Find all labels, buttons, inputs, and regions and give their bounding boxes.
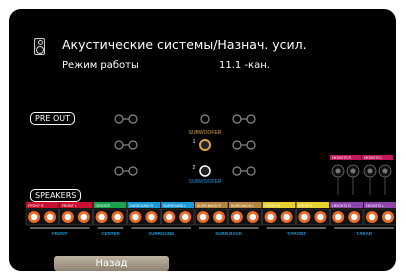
binding-post-center — [64, 213, 71, 221]
binding-post-center — [249, 213, 256, 221]
heights-terminal: HEIGHTS L — [362, 155, 393, 195]
heights-label: HEIGHTS R — [332, 156, 352, 160]
terminal-label: FRONT R — [265, 204, 281, 208]
terminal-label: FRONT R — [28, 204, 44, 208]
binding-post-center — [283, 213, 290, 221]
terminal-block: FRONT R — [25, 202, 60, 226]
binding-post-center — [335, 213, 342, 221]
preout-jack — [200, 114, 210, 124]
binding-post-center — [351, 213, 358, 221]
terminal-label: CENTER — [96, 204, 111, 208]
binding-post-center — [233, 213, 240, 221]
terminal-label: SURR.BACK L — [231, 204, 254, 208]
subwoofer-2-jack — [199, 165, 211, 177]
group-label: CENTER — [101, 231, 120, 236]
binding-post-center — [148, 213, 155, 221]
preout-jack — [128, 166, 138, 176]
group-label: SURR.BACK — [215, 231, 243, 236]
binding-post-center — [317, 213, 324, 221]
terminal-label: HEIGHT2 R — [332, 204, 351, 208]
terminal-block: FRONT R — [262, 202, 296, 226]
back-button[interactable]: Назад — [54, 256, 169, 271]
subwoofer-2-number: 2 — [193, 165, 196, 171]
setup-screen: Акустические системы/Назнач. усил. Режим… — [9, 9, 396, 271]
binding-post-center — [368, 213, 376, 221]
terminal-label: FRONT L — [62, 204, 77, 208]
terminal-block: FRONT L — [59, 202, 93, 226]
speaker-terminals: FRONT R FRONT L CENTER SURROUND R SURROUND L… — [25, 202, 396, 236]
binding-post-center — [301, 213, 308, 221]
binding-post-center — [166, 213, 173, 221]
binding-post-center — [350, 168, 356, 174]
binding-post-center — [30, 213, 38, 221]
terminal-block: HEIGHT2 R — [329, 202, 364, 226]
terminal-block: SURR.BACK R — [194, 202, 229, 226]
subwoofer-2-label: SUBWOOFER — [189, 179, 222, 185]
preout-jack — [128, 140, 138, 150]
terminal-label: SURROUND L — [163, 204, 186, 208]
subwoofer-1-jack — [199, 139, 211, 151]
preout-jack — [246, 166, 256, 176]
preout-jack — [246, 140, 256, 150]
heights-label: HEIGHTS L — [364, 156, 383, 160]
preout-jack — [232, 166, 242, 176]
preout-jack — [114, 140, 124, 150]
subwoofer-1-label: SUBWOOFER — [189, 130, 222, 136]
binding-post-center — [46, 213, 54, 221]
group-label: T.REAR — [356, 231, 373, 236]
binding-post-center — [182, 213, 189, 221]
pre-out-section: SUBWOOFER 1 2 SUBWOOFER — [114, 114, 256, 185]
binding-post-center — [335, 168, 341, 174]
group-label: T.FRONT — [287, 231, 306, 236]
binding-post-center — [80, 213, 88, 221]
subwoofer-1-number: 1 — [193, 139, 196, 145]
preout-jack — [128, 114, 138, 124]
terminal-label: SURROUND R — [129, 204, 153, 208]
binding-post-center — [215, 213, 223, 221]
preout-jack — [246, 114, 256, 124]
terminal-label: FRONT L — [298, 204, 313, 208]
group-label: SURROUND — [148, 231, 175, 236]
terminal-label: HEIGHT2 L — [366, 204, 384, 208]
preout-jack — [232, 140, 242, 150]
binding-post-center — [114, 213, 121, 221]
terminal-block: SURROUND L — [160, 202, 195, 226]
preout-jack — [114, 166, 124, 176]
binding-post-center — [382, 168, 388, 174]
preout-jack — [114, 114, 124, 124]
group-label: FRONT — [52, 231, 68, 236]
terminal-block: HEIGHT2 L — [363, 202, 396, 226]
terminal-block: SURR.BACK L — [228, 202, 262, 226]
binding-post-center — [367, 168, 373, 174]
terminal-block: SURROUND R — [127, 202, 161, 226]
heights-terminal: HEIGHTS R — [330, 155, 361, 195]
terminal-block: FRONT L — [296, 202, 330, 226]
amp-rear-panel-diagram: SUBWOOFER 1 2 SUBWOOFER HEIGHTS R HEIGHTS… — [25, 114, 396, 236]
heights-section: HEIGHTS R HEIGHTS L — [330, 155, 393, 195]
binding-post-center — [199, 213, 207, 221]
binding-post-center — [384, 213, 392, 221]
binding-post-center — [132, 213, 139, 221]
binding-post-center — [98, 213, 105, 221]
terminal-label: SURR.BACK R — [197, 204, 221, 208]
binding-post-center — [267, 213, 274, 221]
terminal-block: CENTER — [93, 202, 127, 226]
preout-jack — [232, 114, 242, 124]
